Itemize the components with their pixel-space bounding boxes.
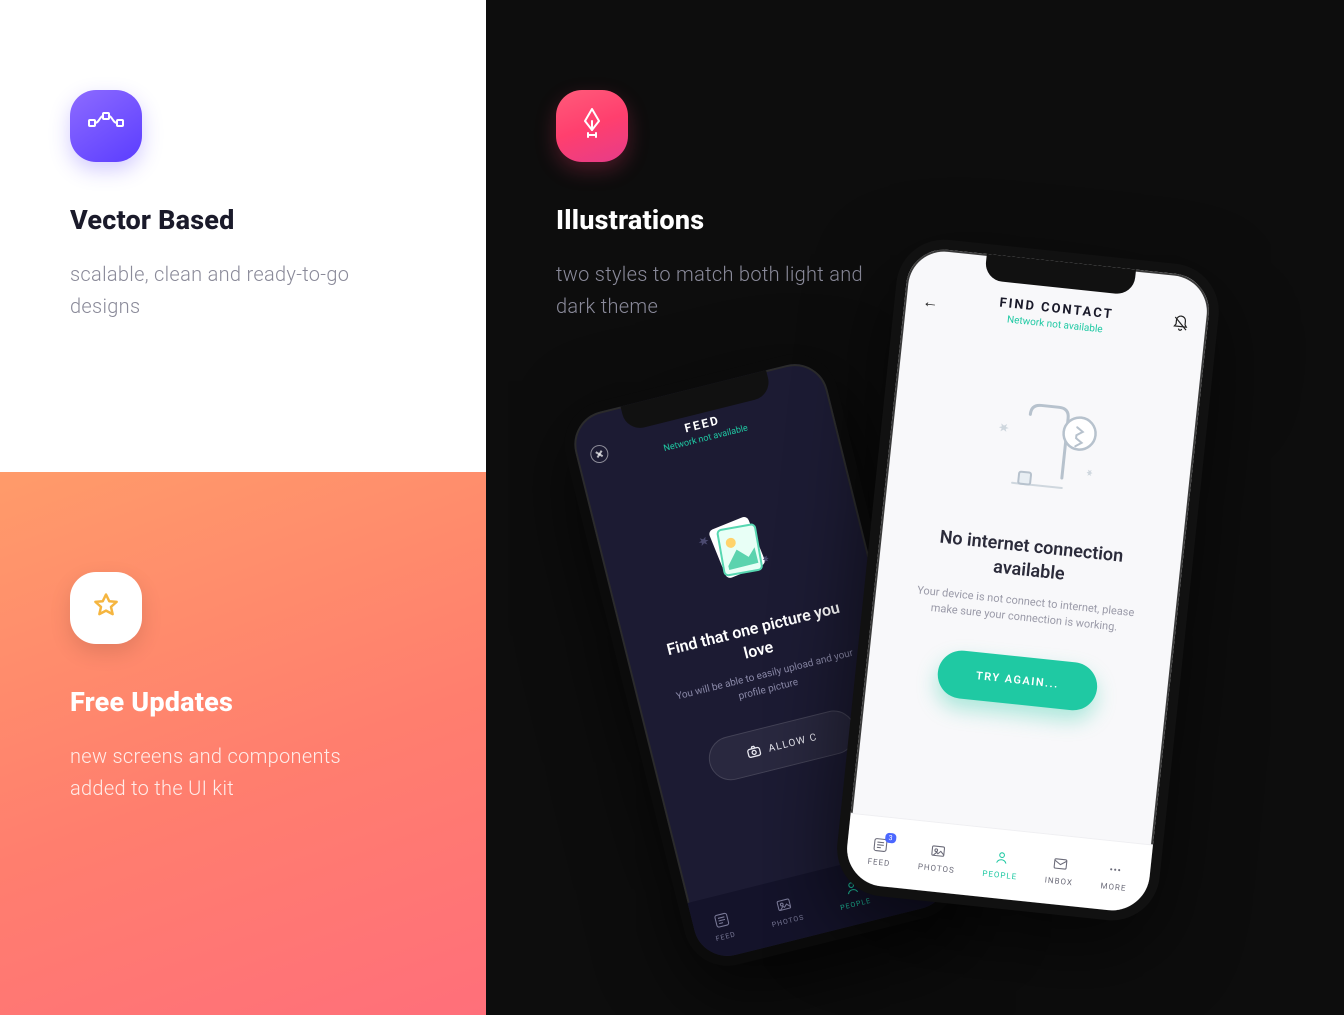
dark-illustration (596, 474, 870, 624)
illustrations-icon-card (556, 90, 628, 162)
feature-illustrations-title: Illustrations (556, 204, 1274, 236)
dark-heading: Find that one picture you love (624, 587, 887, 692)
tab-label: INBOX (906, 881, 933, 895)
feature-vector-panel: Vector Based scalable, clean and ready-t… (0, 0, 486, 472)
vector-icon-card (70, 90, 142, 162)
tab-more[interactable]: MORE (1100, 859, 1129, 893)
vector-nodes-icon (88, 112, 124, 140)
tab-feed[interactable]: FEED (710, 910, 737, 943)
tab-label: MORE (1100, 881, 1127, 893)
right-column: Illustrations two styles to match both l… (486, 0, 1344, 1015)
tab-people[interactable]: PEOPLE (982, 847, 1020, 881)
tab-label: FEED (715, 930, 737, 943)
badge: 3 (885, 833, 897, 844)
feed-icon (712, 910, 732, 931)
phone-dark: FEED Network not available (555, 345, 967, 976)
light-illustration (885, 370, 1200, 521)
inbox-icon (1051, 854, 1071, 874)
feature-illustrations-desc: two styles to match both light and dark … (556, 258, 876, 322)
inbox-icon (906, 862, 926, 883)
tab-label: PHOTOS (917, 862, 955, 875)
try-again-button[interactable]: TRY AGAIN... (935, 648, 1099, 712)
light-heading: No internet connection available (876, 519, 1183, 599)
dark-header-title: FEED (592, 390, 813, 458)
tab-label: FEED (867, 857, 891, 868)
feature-vector-desc: scalable, clean and ready-to-go designs (70, 258, 370, 322)
tab-inbox[interactable]: INBOX (901, 861, 933, 895)
light-button-label: TRY AGAIN... (975, 669, 1059, 691)
camera-icon (746, 744, 763, 762)
photo-icon (774, 895, 794, 916)
dark-body: You will be able to easily upload and yo… (635, 629, 896, 729)
tab-label: INBOX (1044, 875, 1073, 887)
phone-dark-screen: FEED Network not available (567, 357, 955, 963)
phone-notch (620, 370, 772, 432)
more-icon (1105, 860, 1125, 880)
feature-updates-desc: new screens and components added to the … (70, 740, 370, 804)
dark-header-sub: Network not available (596, 407, 816, 471)
feature-illustrations-panel: Illustrations two styles to match both l… (486, 0, 1344, 362)
photo-icon (928, 841, 948, 861)
dark-button-label: ALLOW C (767, 732, 818, 755)
tab-label: PHOTOS (771, 913, 805, 929)
dark-header: FEED Network not available (567, 357, 834, 479)
people-icon (992, 848, 1012, 868)
left-column: Vector Based scalable, clean and ready-t… (0, 0, 486, 1015)
tab-label: PEOPLE (982, 869, 1018, 882)
tab-label: PEOPLE (839, 896, 871, 911)
feed-icon: 3 (871, 835, 891, 855)
dark-tabbar: FEED PHOTOS PEOPLE INBOX (688, 840, 955, 963)
promo-page: Vector Based scalable, clean and ready-t… (0, 0, 1344, 1015)
tab-people[interactable]: PEOPLE (834, 876, 871, 912)
feature-vector-title: Vector Based (70, 204, 416, 236)
light-tabbar: 3 FEED PHOTOS PEOPLE INBOX MORE (843, 813, 1153, 914)
tab-feed[interactable]: 3 FEED (867, 835, 893, 868)
tab-photos[interactable]: PHOTOS (766, 892, 805, 928)
star-icon (91, 591, 121, 625)
tab-inbox[interactable]: INBOX (1044, 854, 1075, 888)
updates-icon-card (70, 572, 142, 644)
people-icon (842, 878, 862, 899)
feature-updates-title: Free Updates (70, 686, 416, 718)
close-icon[interactable] (588, 443, 610, 465)
allow-camera-button[interactable]: ALLOW C (704, 706, 860, 785)
feature-updates-panel: Free Updates new screens and components … (0, 472, 486, 1015)
light-body: Your device is not connect to internet, … (872, 568, 1179, 643)
tab-photos[interactable]: PHOTOS (917, 840, 957, 875)
pen-nib-icon (579, 107, 605, 145)
